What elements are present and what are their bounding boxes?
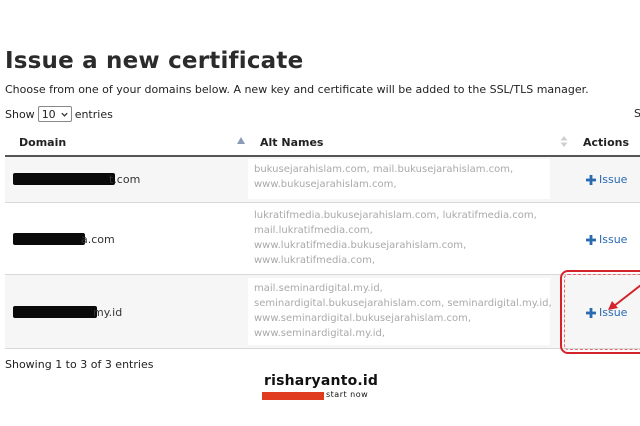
arrow-icon <box>608 284 640 310</box>
alt-names-cell: lukratifmedia.bukusejarahislam.com, lukr… <box>248 205 550 271</box>
table-header: Domain Alt Names Actions <box>5 130 640 157</box>
alt-name-line: seminardigital.bukusejarahislam.com, sem… <box>254 298 552 309</box>
alt-names-cell: bukusejarahislam.com, mail.bukusejarahis… <box>248 159 550 199</box>
entries-select-value: 10 <box>41 107 56 121</box>
chevron-down-icon <box>61 112 68 117</box>
alt-names-cell: mail.seminardigital.my.id, seminardigita… <box>248 278 552 345</box>
table-info: Showing 1 to 3 of 3 entries <box>5 358 154 371</box>
domain-text: a.com <box>81 233 115 246</box>
alt-name-line: bukusejarahislam.com, mail.bukusejarahis… <box>254 164 514 175</box>
entries-select[interactable]: 10 <box>37 106 72 122</box>
entries-length-control: Show 10 entries <box>5 106 113 122</box>
watermark-title: risharyanto.id <box>264 373 379 389</box>
alt-name-line: www.lukratifmedia.com, <box>254 255 376 266</box>
plus-icon <box>586 234 596 245</box>
domain-text: t.com <box>109 173 141 186</box>
redaction-mark <box>13 306 97 318</box>
table-row: a.com lukratifmedia.bukusejarahislam.com… <box>5 203 640 275</box>
redaction-mark <box>13 173 115 185</box>
sort-icon[interactable] <box>560 136 568 147</box>
certificate-table: Domain Alt Names Actions t.com bukusejar… <box>5 130 640 349</box>
sort-ascending-icon[interactable] <box>237 137 245 144</box>
table-row: my.id mail.seminardigital.my.id, seminar… <box>5 275 640 349</box>
issue-label: Issue <box>599 233 628 246</box>
column-header-actions: Actions <box>583 136 629 149</box>
page-title: Issue a new certificate <box>5 48 304 74</box>
column-header-domain[interactable]: Domain <box>19 136 66 149</box>
top-band <box>0 0 640 42</box>
watermark-tagline: start now <box>326 390 369 399</box>
alt-name-line: www.lukratifmedia.bukusejarahislam.com, <box>254 240 467 251</box>
watermark-logo: risharyanto.id start now <box>262 373 382 403</box>
alt-name-line: www.seminardigital.my.id, <box>254 328 386 339</box>
issue-button[interactable]: Issue <box>586 173 627 186</box>
page: Issue a new certificate Choose from one … <box>0 0 640 426</box>
alt-name-line: mail.lukratifmedia.com, <box>254 225 373 236</box>
alt-name-line: mail.seminardigital.my.id, <box>254 283 383 294</box>
column-header-alt-names[interactable]: Alt Names <box>260 136 323 149</box>
table-row: t.com bukusejarahislam.com, mail.bukusej… <box>5 157 640 203</box>
search-label: S <box>634 107 640 120</box>
alt-name-line: www.bukusejarahislam.com, <box>254 179 397 190</box>
entries-label: entries <box>74 107 113 121</box>
alt-name-line: lukratifmedia.bukusejarahislam.com, lukr… <box>254 210 537 221</box>
page-description: Choose from one of your domains below. A… <box>5 83 589 96</box>
issue-button[interactable]: Issue <box>586 233 627 246</box>
show-label: Show <box>5 107 35 121</box>
issue-label: Issue <box>599 173 628 186</box>
plus-icon <box>586 174 596 185</box>
domain-text: my.id <box>93 306 123 319</box>
watermark-bar <box>262 392 324 400</box>
redaction-mark <box>13 233 85 245</box>
alt-name-line: www.seminardigital.bukusejarahislam.com, <box>254 313 472 324</box>
